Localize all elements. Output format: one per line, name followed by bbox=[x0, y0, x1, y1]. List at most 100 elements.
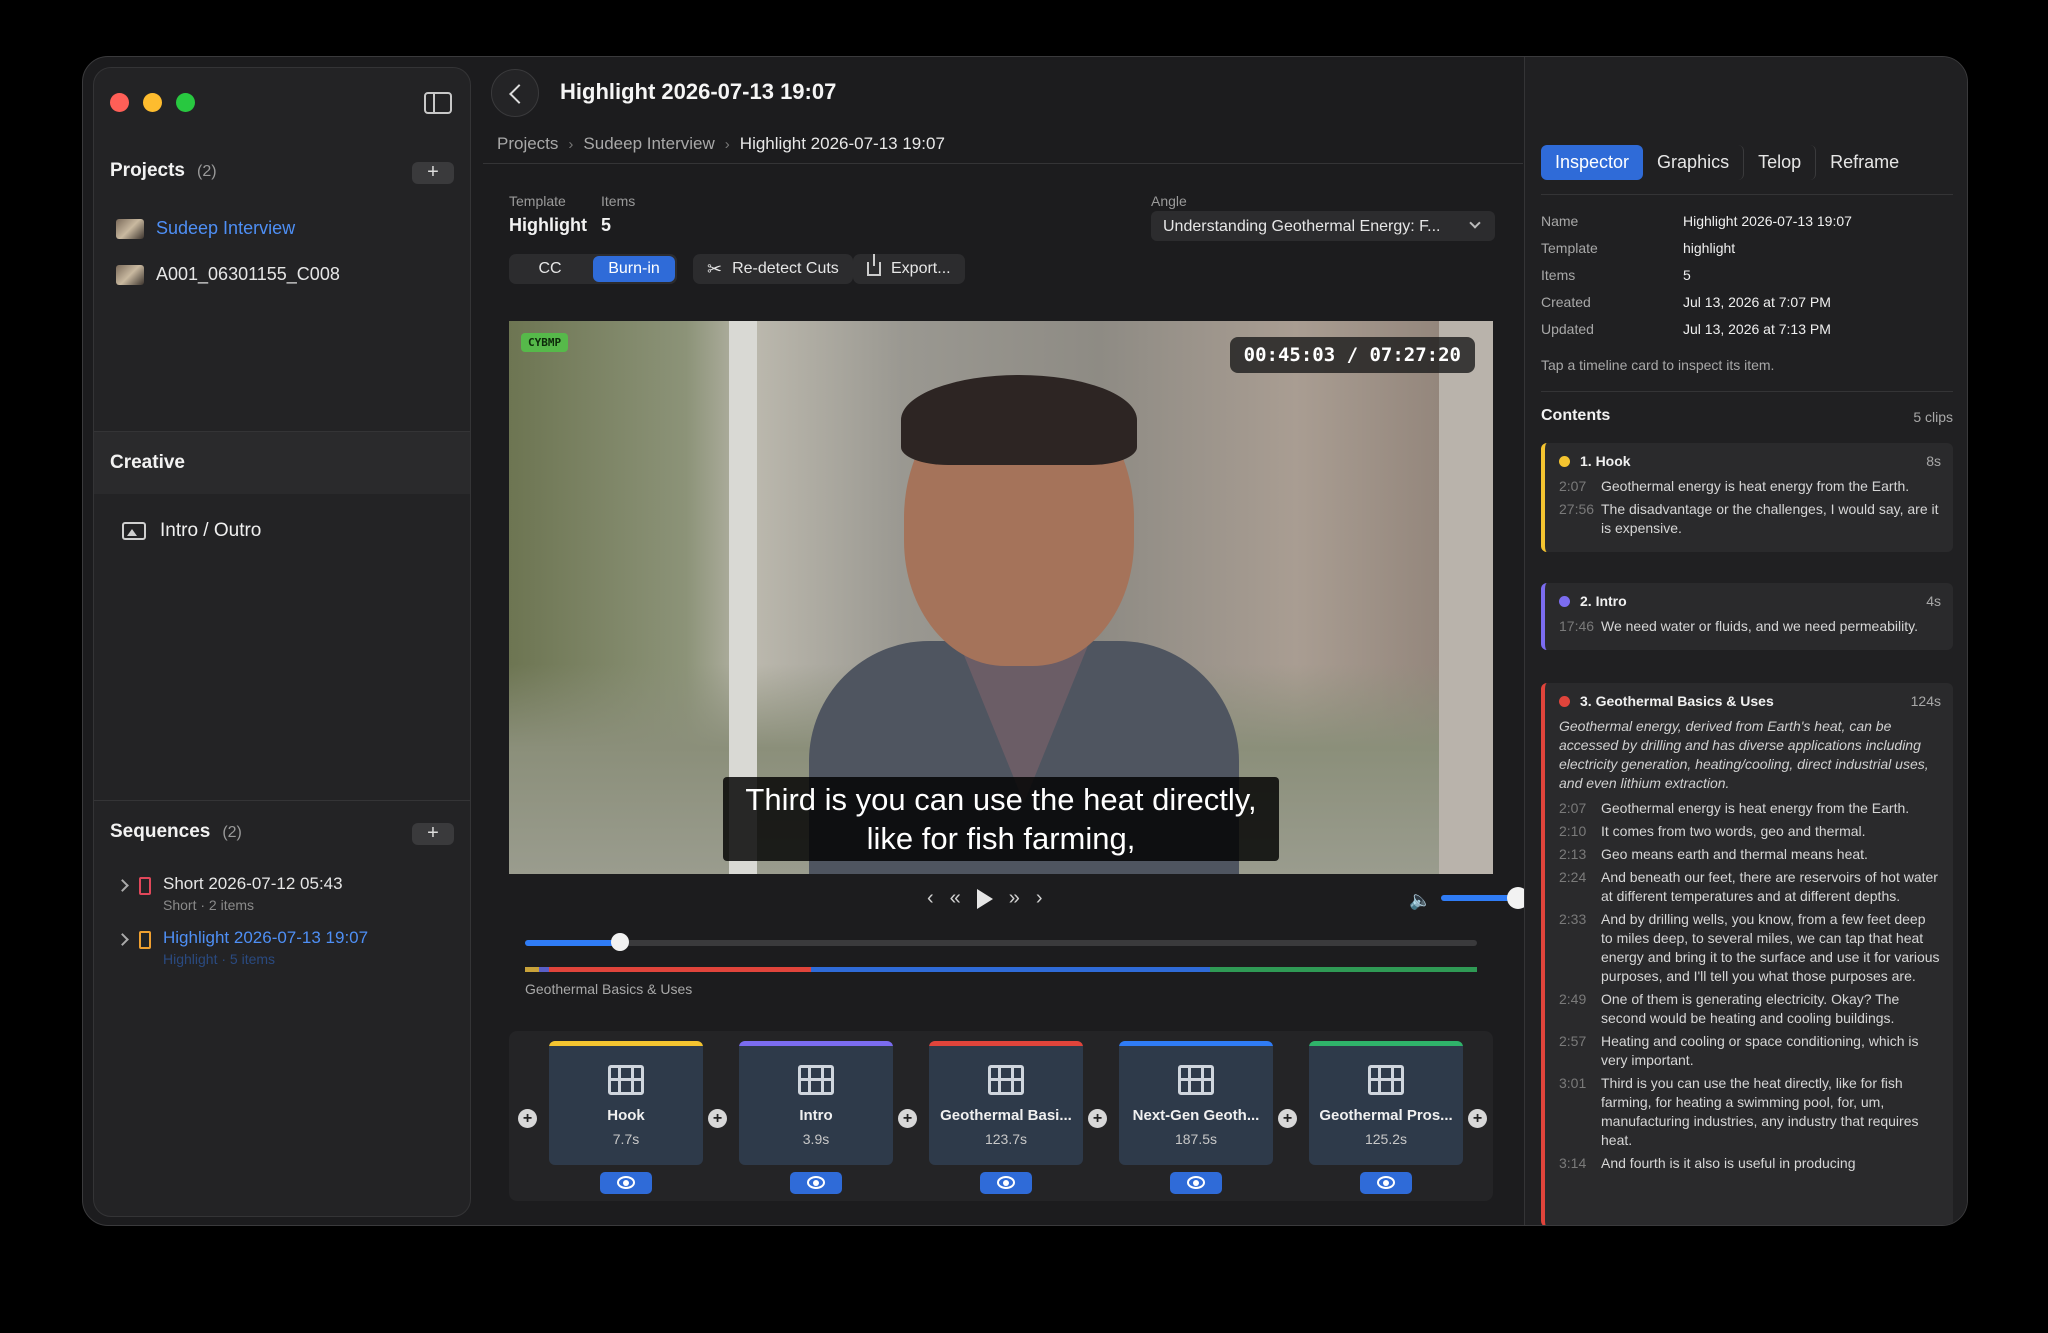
back-button[interactable] bbox=[491, 69, 539, 117]
film-icon bbox=[608, 1065, 644, 1095]
tab-inspector[interactable]: Inspector bbox=[1541, 145, 1644, 180]
eye-icon[interactable] bbox=[600, 1172, 652, 1194]
fast-forward-icon[interactable]: » bbox=[1009, 887, 1020, 910]
transcript-line[interactable]: 3:14 And fourth is it also is useful in p… bbox=[1559, 1154, 1941, 1173]
insert-clip-button[interactable]: + bbox=[518, 1109, 537, 1128]
project-label: Sudeep Interview bbox=[156, 218, 296, 238]
transcript-line[interactable]: 2:07 Geothermal energy is heat energy fro… bbox=[1559, 477, 1941, 496]
field-value: Highlight 2026-07-13 19:07 bbox=[1683, 213, 1852, 229]
card-summary: Geothermal energy, derived from Earth's … bbox=[1559, 718, 1929, 791]
transcript-line[interactable]: 17:46 We need water or fluids, and we nee… bbox=[1559, 617, 1941, 636]
content-card[interactable]: 2. Intro 4s 17:46 We need water or fluids, … bbox=[1541, 583, 1953, 650]
volume-icon[interactable]: 🔈 bbox=[1409, 890, 1431, 911]
tab-graphics[interactable]: Graphics bbox=[1643, 145, 1745, 180]
clip-duration: 187.5s bbox=[1174, 1131, 1218, 1147]
timeline-clip-card[interactable]: Next-Gen Geoth... 187.5s bbox=[1119, 1041, 1273, 1165]
tab-telop[interactable]: Telop bbox=[1744, 145, 1817, 180]
timeline-clip-card[interactable]: Intro 3.9s bbox=[739, 1041, 893, 1165]
eye-icon[interactable] bbox=[790, 1172, 842, 1194]
app-window: Projects (2) + Sudeep Interview A001_063… bbox=[82, 56, 1968, 1226]
next-cut-icon[interactable]: › bbox=[1036, 887, 1043, 910]
card-header: 3. Geothermal Basics & Uses 124s bbox=[1559, 693, 1941, 709]
transcript-line[interactable]: 27:56 The disadvantage or the challenges,… bbox=[1559, 500, 1941, 538]
inspector-hint: Tap a timeline card to inspect its item. bbox=[1541, 357, 1775, 373]
sidebar-toggle-icon[interactable] bbox=[424, 92, 452, 114]
breadcrumb-projects[interactable]: Projects bbox=[497, 134, 558, 154]
transport-controls: ‹ « » › bbox=[927, 887, 1043, 910]
playhead-knob[interactable] bbox=[611, 933, 630, 951]
timeline-clip-card[interactable]: Geothermal Pros... 125.2s bbox=[1309, 1041, 1463, 1165]
chevron-right-icon[interactable] bbox=[116, 933, 129, 946]
transcript-line[interactable]: 2:24 And beneath our feet, there are rese… bbox=[1559, 868, 1941, 906]
transcript-timestamp: 2:10 bbox=[1559, 823, 1587, 839]
zoom-window-button[interactable] bbox=[176, 93, 195, 112]
playhead-scrubber[interactable] bbox=[525, 933, 1477, 951]
chevron-right-icon: › bbox=[568, 135, 574, 153]
content-card[interactable]: 3. Geothermal Basics & Uses 124s Geotherma… bbox=[1541, 683, 1953, 1225]
burnin-button[interactable]: Burn-in bbox=[593, 256, 675, 282]
projects-header: Projects (2) bbox=[110, 160, 217, 182]
eye-icon[interactable] bbox=[980, 1172, 1032, 1194]
add-project-button[interactable]: + bbox=[412, 162, 454, 184]
project-item-a001[interactable]: A001_06301155_C008 bbox=[116, 264, 340, 285]
close-window-button[interactable] bbox=[110, 93, 129, 112]
rewind-icon[interactable]: « bbox=[950, 887, 961, 910]
timeline-clip-card[interactable]: Geothermal Basi... 123.7s bbox=[929, 1041, 1083, 1165]
export-button[interactable]: Export... bbox=[853, 254, 965, 284]
transcript-text: And fourth is it also is useful in produ… bbox=[1601, 1155, 1856, 1171]
breadcrumb: Projects › Sudeep Interview › Highlight … bbox=[497, 134, 945, 154]
current-segment-label: Geothermal Basics & Uses bbox=[525, 981, 693, 997]
projects-count: (2) bbox=[196, 163, 217, 180]
video-preview[interactable]: CYBMP 00:45:03 / 07:27:20 Third is you c… bbox=[509, 321, 1493, 874]
sequence-title: Highlight 2026-07-13 19:07 bbox=[163, 928, 369, 947]
card-duration: 8s bbox=[1926, 453, 1941, 469]
template-value: Highlight bbox=[509, 215, 587, 235]
minimize-window-button[interactable] bbox=[143, 93, 162, 112]
transcript-line[interactable]: 2:33 And by drilling wells, you know, fro… bbox=[1559, 910, 1941, 986]
items-value: 5 bbox=[601, 215, 612, 235]
play-icon[interactable] bbox=[976, 888, 993, 909]
creative-item-intro-outro[interactable]: Intro / Outro bbox=[122, 520, 261, 542]
transcript-line[interactable]: 2:13 Geo means earth and thermal means he… bbox=[1559, 845, 1941, 864]
field-key: Created bbox=[1541, 294, 1591, 310]
add-sequence-button[interactable]: + bbox=[412, 823, 454, 845]
angle-dropdown[interactable]: Understanding Geothermal Energy: F... bbox=[1151, 211, 1495, 241]
field-created: Created Jul 13, 2026 at 7:07 PM bbox=[1541, 294, 1831, 310]
clip-duration: 123.7s bbox=[984, 1131, 1028, 1147]
timeline-clip-card[interactable]: Hook 7.7s bbox=[549, 1041, 703, 1165]
transcript-line[interactable]: 2:49 One of them is generating electricit… bbox=[1559, 990, 1941, 1028]
transcript-line[interactable]: 2:10 It comes from two words, geo and the… bbox=[1559, 822, 1941, 841]
content-card[interactable]: 1. Hook 8s 2:07 Geothermal energy is heat e… bbox=[1541, 443, 1953, 552]
transcript-timestamp: 2:07 bbox=[1559, 800, 1587, 816]
project-item-sudeep-interview[interactable]: Sudeep Interview bbox=[116, 218, 295, 239]
eye-icon[interactable] bbox=[1360, 1172, 1412, 1194]
sequence-item-short[interactable]: Short 2026-07-12 05:43 Short · 2 items bbox=[116, 874, 343, 913]
sequence-title: Short 2026-07-12 05:43 bbox=[163, 874, 343, 893]
insert-clip-button[interactable]: + bbox=[1468, 1109, 1487, 1128]
film-icon bbox=[798, 1065, 834, 1095]
transcript-line[interactable]: 3:01 Third is you can use the heat direct… bbox=[1559, 1074, 1941, 1150]
insert-clip-button[interactable]: + bbox=[1278, 1109, 1297, 1128]
card-title: 2. Intro bbox=[1580, 593, 1627, 609]
clip-duration: 3.9s bbox=[802, 1131, 830, 1147]
segment-block bbox=[548, 967, 811, 972]
export-label: Export... bbox=[891, 260, 951, 277]
insert-clip-button[interactable]: + bbox=[1088, 1109, 1107, 1128]
volume-slider[interactable] bbox=[1441, 887, 1537, 909]
video-window-frame bbox=[1439, 321, 1493, 874]
tab-reframe[interactable]: Reframe bbox=[1816, 145, 1913, 180]
previous-cut-icon[interactable]: ‹ bbox=[927, 887, 934, 910]
redetect-cuts-button[interactable]: ✂ Re-detect Cuts bbox=[693, 254, 853, 284]
transcript-line[interactable]: 2:07 Geothermal energy is heat energy fro… bbox=[1559, 799, 1941, 818]
insert-clip-button[interactable]: + bbox=[898, 1109, 917, 1128]
sequence-item-highlight[interactable]: Highlight 2026-07-13 19:07 Highlight · 5… bbox=[116, 928, 369, 967]
chevron-right-icon[interactable] bbox=[116, 879, 129, 892]
insert-clip-button[interactable]: + bbox=[708, 1109, 727, 1128]
cc-button[interactable]: CC bbox=[509, 254, 591, 284]
breadcrumb-project[interactable]: Sudeep Interview bbox=[583, 134, 714, 154]
eye-icon[interactable] bbox=[1170, 1172, 1222, 1194]
card-duration: 4s bbox=[1926, 593, 1941, 609]
speaker-hair bbox=[901, 375, 1137, 465]
transcript-line[interactable]: 2:57 Heating and cooling or space conditi… bbox=[1559, 1032, 1941, 1070]
film-icon bbox=[1178, 1065, 1214, 1095]
